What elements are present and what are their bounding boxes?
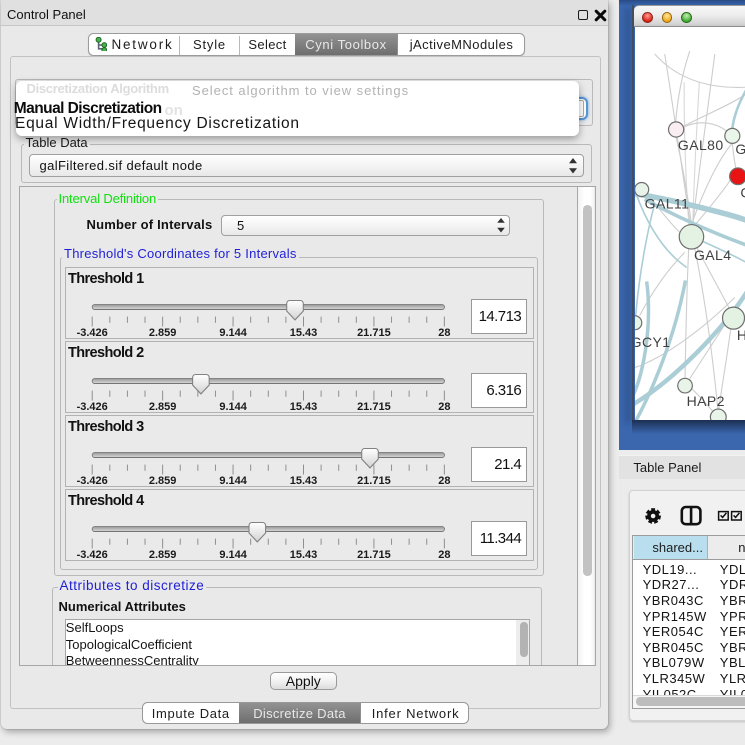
svg-text:-3.426: -3.426: [76, 549, 107, 561]
svg-text:2.859: 2.859: [148, 327, 176, 339]
svg-text:GAL4: GAL4: [693, 247, 730, 263]
svg-text:15.43: 15.43: [289, 475, 317, 487]
svg-text:21.715: 21.715: [357, 475, 391, 487]
svg-text:9.144: 9.144: [219, 475, 247, 487]
svg-text:28: 28: [438, 401, 450, 413]
svg-text:-3.426: -3.426: [76, 475, 107, 487]
svg-text:GAL11: GAL11: [644, 196, 689, 212]
svg-text:9.144: 9.144: [219, 327, 247, 339]
svg-text:28: 28: [438, 327, 450, 339]
svg-text:2.859: 2.859: [148, 401, 176, 413]
svg-text:21.715: 21.715: [357, 327, 391, 339]
svg-text:CAF4: CAF4: [740, 184, 745, 200]
svg-text:15.43: 15.43: [289, 327, 317, 339]
svg-text:2.859: 2.859: [148, 549, 176, 561]
svg-text:HIS4: HIS4: [736, 327, 745, 343]
svg-text:-3.426: -3.426: [76, 327, 107, 339]
svg-text:9.144: 9.144: [219, 401, 247, 413]
svg-text:GAL80: GAL80: [677, 137, 723, 153]
svg-text:GAL2: GAL2: [735, 141, 745, 157]
svg-text:21.715: 21.715: [357, 401, 391, 413]
svg-text:GCY1: GCY1: [635, 334, 670, 350]
svg-text:2.859: 2.859: [148, 475, 176, 487]
svg-text:15.43: 15.43: [289, 549, 317, 561]
svg-text:HAP2: HAP2: [686, 393, 724, 409]
svg-text:15.43: 15.43: [289, 401, 317, 413]
svg-text:-3.426: -3.426: [76, 401, 107, 413]
svg-text:21.715: 21.715: [357, 549, 391, 561]
svg-text:9.144: 9.144: [219, 549, 247, 561]
svg-text:28: 28: [438, 549, 450, 561]
svg-text:28: 28: [438, 475, 450, 487]
